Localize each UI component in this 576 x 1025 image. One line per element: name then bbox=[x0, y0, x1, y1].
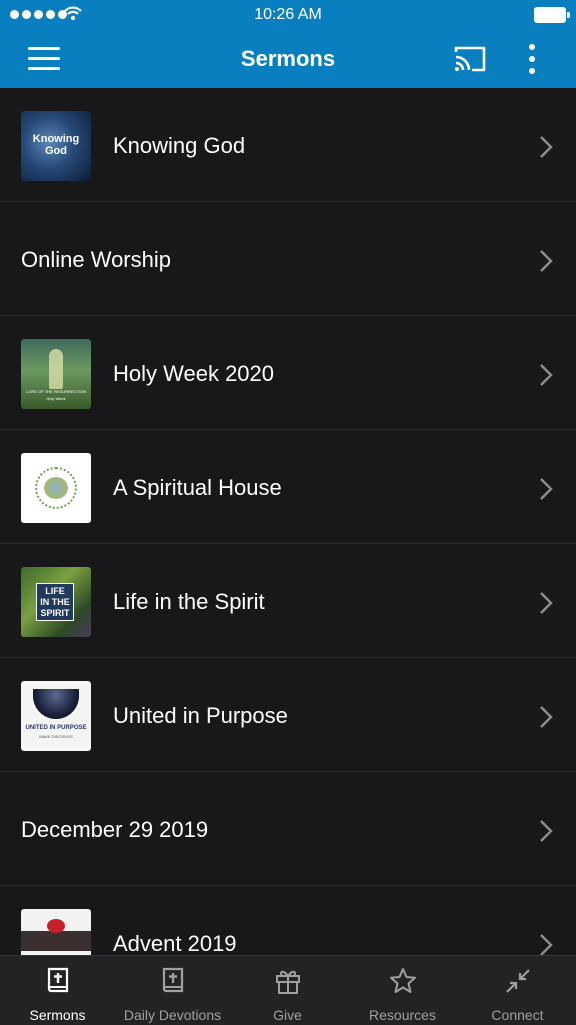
collapse-arrows-icon bbox=[506, 969, 530, 993]
sermon-title: Life in the Spirit bbox=[113, 589, 265, 614]
tab-resources[interactable]: Resources bbox=[345, 956, 460, 1025]
sermon-title: December 29 2019 bbox=[21, 817, 209, 842]
sermon-thumbnail: LORD OF THE RESURRECTION Holy Week bbox=[21, 339, 91, 409]
tab-label: Give bbox=[273, 1007, 302, 1023]
sermon-row-online-worship[interactable]: Online Worship bbox=[0, 203, 576, 316]
sermon-thumbnail: LIFE IN THE SPIRIT bbox=[21, 567, 91, 637]
sermon-thumbnail bbox=[21, 453, 91, 523]
chevron-right-icon bbox=[540, 136, 553, 158]
sermon-thumbnail: UNITED IN PURPOSE MAKE DISCIPLES bbox=[21, 681, 91, 751]
tab-label: Resources bbox=[369, 1007, 436, 1023]
tab-bar: Sermons Daily Devotions Give Resources C… bbox=[0, 955, 576, 1025]
status-bar: 10:26 AM bbox=[0, 0, 576, 30]
sermon-title: Holy Week 2020 bbox=[113, 361, 275, 386]
sermon-title: Knowing God bbox=[113, 133, 246, 158]
tab-label: Daily Devotions bbox=[123, 1007, 222, 1023]
chevron-right-icon bbox=[540, 250, 553, 272]
chevron-right-icon bbox=[540, 934, 553, 955]
tab-give[interactable]: Give bbox=[230, 956, 345, 1025]
chevron-right-icon bbox=[540, 706, 553, 728]
status-time: 10:26 AM bbox=[254, 6, 322, 23]
chevron-right-icon bbox=[540, 478, 553, 500]
sermon-row-life-in-the-spirit[interactable]: LIFE IN THE SPIRIT Life in the Spirit bbox=[0, 545, 576, 658]
tab-label: Connect bbox=[491, 1007, 544, 1023]
tab-daily-devotions[interactable]: Daily Devotions bbox=[115, 956, 230, 1025]
tab-sermons[interactable]: Sermons bbox=[0, 956, 115, 1025]
gift-icon bbox=[276, 970, 300, 994]
page-title: Sermons bbox=[240, 46, 336, 71]
tab-label: Sermons bbox=[29, 1007, 86, 1023]
sermon-row-knowing-god[interactable]: Knowing God Knowing God bbox=[0, 89, 576, 202]
sermon-thumbnail: Knowing God bbox=[21, 111, 91, 181]
sermon-title: A Spiritual House bbox=[113, 475, 282, 500]
sermon-title: Advent 2019 bbox=[113, 931, 237, 955]
chevron-right-icon bbox=[540, 592, 553, 614]
more-options-icon[interactable] bbox=[522, 42, 542, 76]
sermon-row-december-29-2019[interactable]: December 29 2019 bbox=[0, 773, 576, 886]
chevron-right-icon bbox=[540, 820, 553, 842]
header: Sermons bbox=[0, 30, 576, 88]
tab-connect[interactable]: Connect bbox=[460, 956, 575, 1025]
sermon-row-united-in-purpose[interactable]: UNITED IN PURPOSE MAKE DISCIPLES United … bbox=[0, 659, 576, 772]
battery-icon bbox=[534, 7, 570, 23]
chevron-right-icon bbox=[540, 364, 553, 386]
sermon-title: United in Purpose bbox=[113, 703, 288, 728]
star-icon bbox=[390, 968, 416, 993]
sermon-list: Knowing God Knowing God Online Worship L… bbox=[0, 89, 576, 955]
bible-icon bbox=[47, 967, 69, 993]
sermon-title: Online Worship bbox=[21, 247, 171, 272]
sermon-row-holy-week-2020[interactable]: LORD OF THE RESURRECTION Holy Week Holy … bbox=[0, 317, 576, 430]
sermon-row-advent-2019[interactable]: Advent 2019 bbox=[0, 887, 576, 955]
cast-icon[interactable] bbox=[452, 44, 488, 74]
sermon-thumbnail bbox=[21, 909, 91, 955]
bible-icon bbox=[162, 967, 184, 993]
sermon-row-a-spiritual-house[interactable]: A Spiritual House bbox=[0, 431, 576, 544]
